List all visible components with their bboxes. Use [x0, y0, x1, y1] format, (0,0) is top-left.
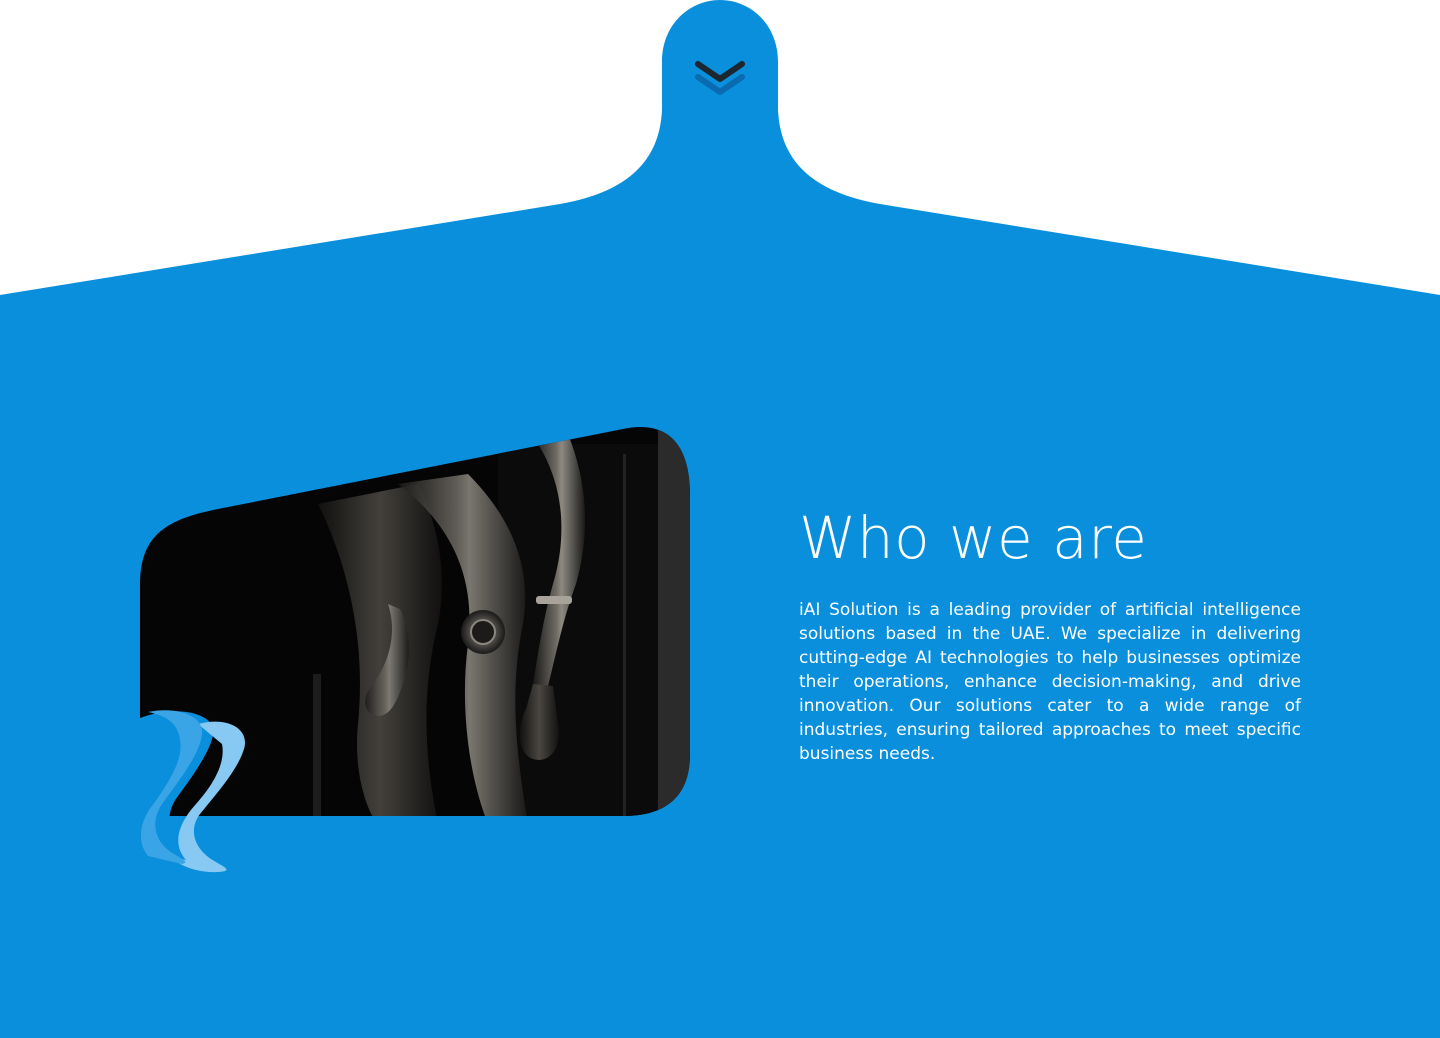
about-content: Who we are iAI Solution is a leading pro…	[799, 500, 1301, 766]
robot-image-frame	[138, 424, 694, 874]
scroll-down-button[interactable]	[676, 36, 764, 106]
section-title: Who we are	[799, 504, 1148, 572]
about-section: Who we are iAI Solution is a leading pro…	[0, 0, 1440, 1038]
double-chevron-down-icon	[695, 61, 745, 95]
section-description: iAI Solution is a leading provider of ar…	[799, 600, 1301, 764]
